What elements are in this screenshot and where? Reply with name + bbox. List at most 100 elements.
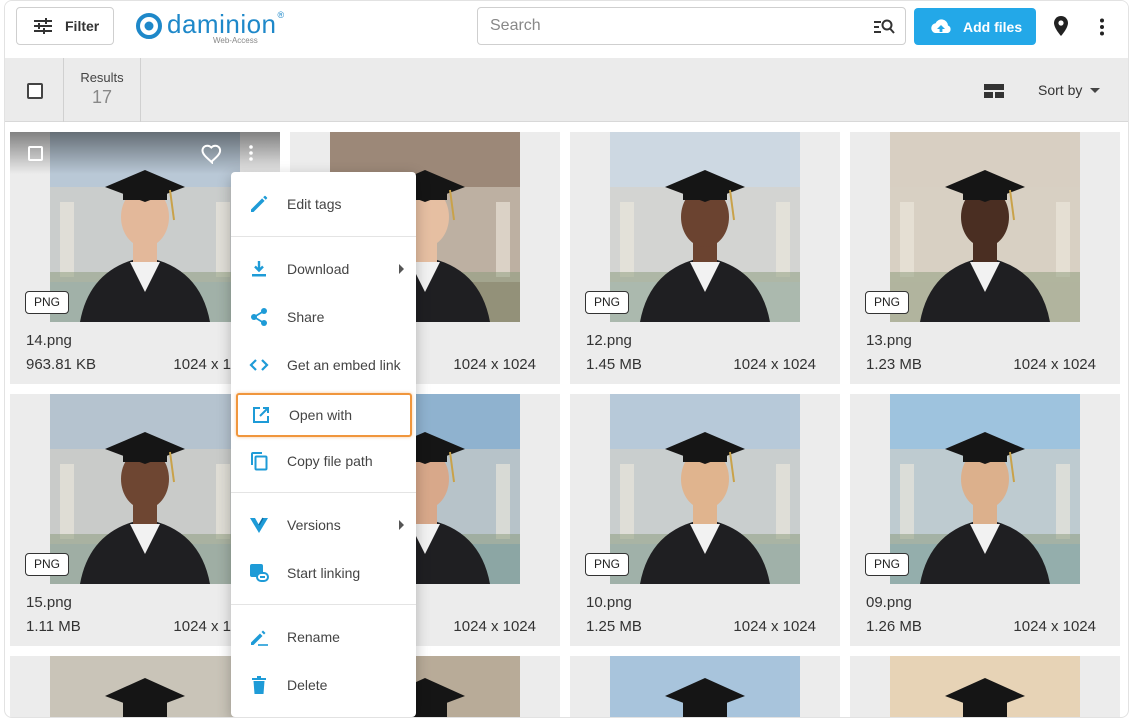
graduate-photo — [610, 656, 800, 717]
file-type-badge: PNG — [865, 291, 910, 314]
top-bar: Filter daminion ® Web-Access Search Add … — [5, 1, 1128, 58]
logo-registered: ® — [277, 10, 285, 20]
file-type-badge: PNG — [25, 553, 70, 576]
file-size: 1.26 MB — [866, 618, 922, 635]
file-dimensions: 1024 x 1024 — [453, 618, 536, 635]
menu-item-edit-tags[interactable]: Edit tags — [231, 184, 416, 224]
add-files-label: Add files — [963, 18, 1023, 35]
asset-card[interactable]: PNG 12.png 1.45 MB 1024 x 1024 — [570, 132, 840, 384]
filter-sliders-icon — [34, 18, 52, 34]
favorite-heart-icon[interactable] — [201, 144, 223, 164]
menu-item-label: Delete — [287, 677, 328, 693]
more-vertical-icon[interactable] — [1099, 18, 1105, 36]
cloud-upload-icon — [931, 18, 951, 33]
search-box — [477, 7, 906, 45]
menu-item-label: Rename — [287, 629, 340, 645]
file-dimensions: 1024 x 1024 — [1013, 356, 1096, 373]
menu-item-label: Copy file path — [287, 453, 373, 469]
asset-card[interactable]: PNG 10.png 1.25 MB 1024 x 1024 — [570, 394, 840, 646]
asset-thumbnail[interactable] — [890, 132, 1080, 322]
results-count: 17 — [91, 87, 113, 107]
menu-item-download[interactable]: Download — [231, 249, 416, 289]
menu-item-label: Start linking — [287, 565, 361, 581]
graduate-photo — [50, 394, 240, 584]
graduate-photo — [610, 394, 800, 584]
file-size: 963.81 KB — [26, 356, 97, 373]
menu-item-label: Open with — [289, 407, 353, 423]
menu-item-label: Versions — [287, 517, 341, 533]
menu-item-label: Download — [287, 261, 350, 277]
filter-button[interactable]: Filter — [16, 7, 114, 45]
share-icon — [247, 305, 271, 329]
asset-card-partial[interactable] — [570, 656, 840, 717]
menu-item-rename[interactable]: Rename — [231, 617, 416, 657]
code-icon — [247, 353, 271, 377]
file-dimensions: 1024 x 1024 — [453, 356, 536, 373]
results-counter: Results 17 — [63, 58, 141, 122]
sort-by-dropdown[interactable]: Sort by — [1038, 82, 1101, 98]
menu-item-share[interactable]: Share — [231, 297, 416, 337]
file-type-badge: PNG — [585, 291, 630, 314]
results-toolbar: Results 17 Sort by — [5, 58, 1128, 122]
asset-thumbnail[interactable] — [50, 656, 240, 717]
menu-item-copy-file-path[interactable]: Copy file path — [231, 441, 416, 481]
menu-item-embed-link[interactable]: Get an embed link — [231, 345, 416, 385]
file-type-badge: PNG — [585, 553, 630, 576]
file-name: 10.png — [586, 594, 632, 611]
file-size: 1.11 MB — [26, 618, 81, 635]
chevron-down-icon — [1090, 87, 1101, 93]
map-pin-icon[interactable] — [1054, 16, 1068, 36]
menu-item-versions[interactable]: Versions — [231, 505, 416, 545]
menu-item-delete[interactable]: Delete — [231, 665, 416, 705]
view-layout-icon[interactable] — [984, 84, 1004, 98]
submenu-arrow-icon — [399, 264, 404, 274]
graduate-photo — [890, 394, 1080, 584]
graduate-photo — [50, 656, 240, 717]
submenu-arrow-icon — [399, 520, 404, 530]
graduate-photo — [890, 656, 1080, 717]
asset-thumbnail[interactable] — [610, 656, 800, 717]
hover-overlay — [10, 132, 280, 174]
menu-item-label: Get an embed link — [287, 357, 401, 373]
menu-divider — [231, 604, 416, 605]
file-name: 15.png — [26, 594, 72, 611]
pencil-icon — [247, 192, 271, 216]
file-dimensions: 1024 x 1024 — [733, 618, 816, 635]
asset-card[interactable]: PNG 13.png 1.23 MB 1024 x 1024 — [850, 132, 1120, 384]
menu-item-label: Edit tags — [287, 196, 342, 212]
file-size: 1.23 MB — [866, 356, 922, 373]
logo-subtitle: Web-Access — [213, 36, 258, 45]
asset-card-partial[interactable] — [850, 656, 1120, 717]
logo-mark-icon — [136, 13, 162, 39]
results-label: Results — [80, 70, 124, 85]
daminion-logo: daminion ® Web-Access — [135, 9, 285, 45]
file-type-badge: PNG — [865, 553, 910, 576]
add-files-button[interactable]: Add files — [914, 8, 1036, 45]
versions-icon — [247, 513, 271, 537]
asset-thumbnail[interactable] — [890, 394, 1080, 584]
download-icon — [247, 257, 271, 281]
select-all-checkbox[interactable] — [27, 83, 43, 99]
rename-icon — [247, 625, 271, 649]
search-input[interactable] — [478, 8, 858, 44]
menu-item-start-linking[interactable]: Start linking — [231, 553, 416, 593]
sort-by-label: Sort by — [1038, 82, 1083, 98]
asset-card[interactable]: PNG 09.png 1.26 MB 1024 x 1024 — [850, 394, 1120, 646]
app-window: Filter daminion ® Web-Access Search Add … — [4, 0, 1129, 718]
asset-thumbnail[interactable] — [610, 394, 800, 584]
search-list-icon[interactable] — [873, 17, 895, 35]
copy-icon — [247, 449, 271, 473]
menu-item-open-with[interactable]: Open with — [236, 393, 412, 437]
card-select-checkbox[interactable] — [28, 146, 43, 161]
logo-text: daminion — [167, 9, 277, 39]
graduate-photo — [610, 132, 800, 322]
menu-divider — [231, 492, 416, 493]
asset-thumbnail[interactable] — [890, 656, 1080, 717]
file-type-badge: PNG — [25, 291, 70, 314]
asset-thumbnail[interactable] — [50, 394, 240, 584]
file-dimensions: 1024 x 1024 — [1013, 618, 1096, 635]
link-icon — [247, 561, 271, 585]
graduate-photo — [890, 132, 1080, 322]
asset-thumbnail[interactable] — [610, 132, 800, 322]
card-more-icon[interactable] — [248, 145, 254, 161]
